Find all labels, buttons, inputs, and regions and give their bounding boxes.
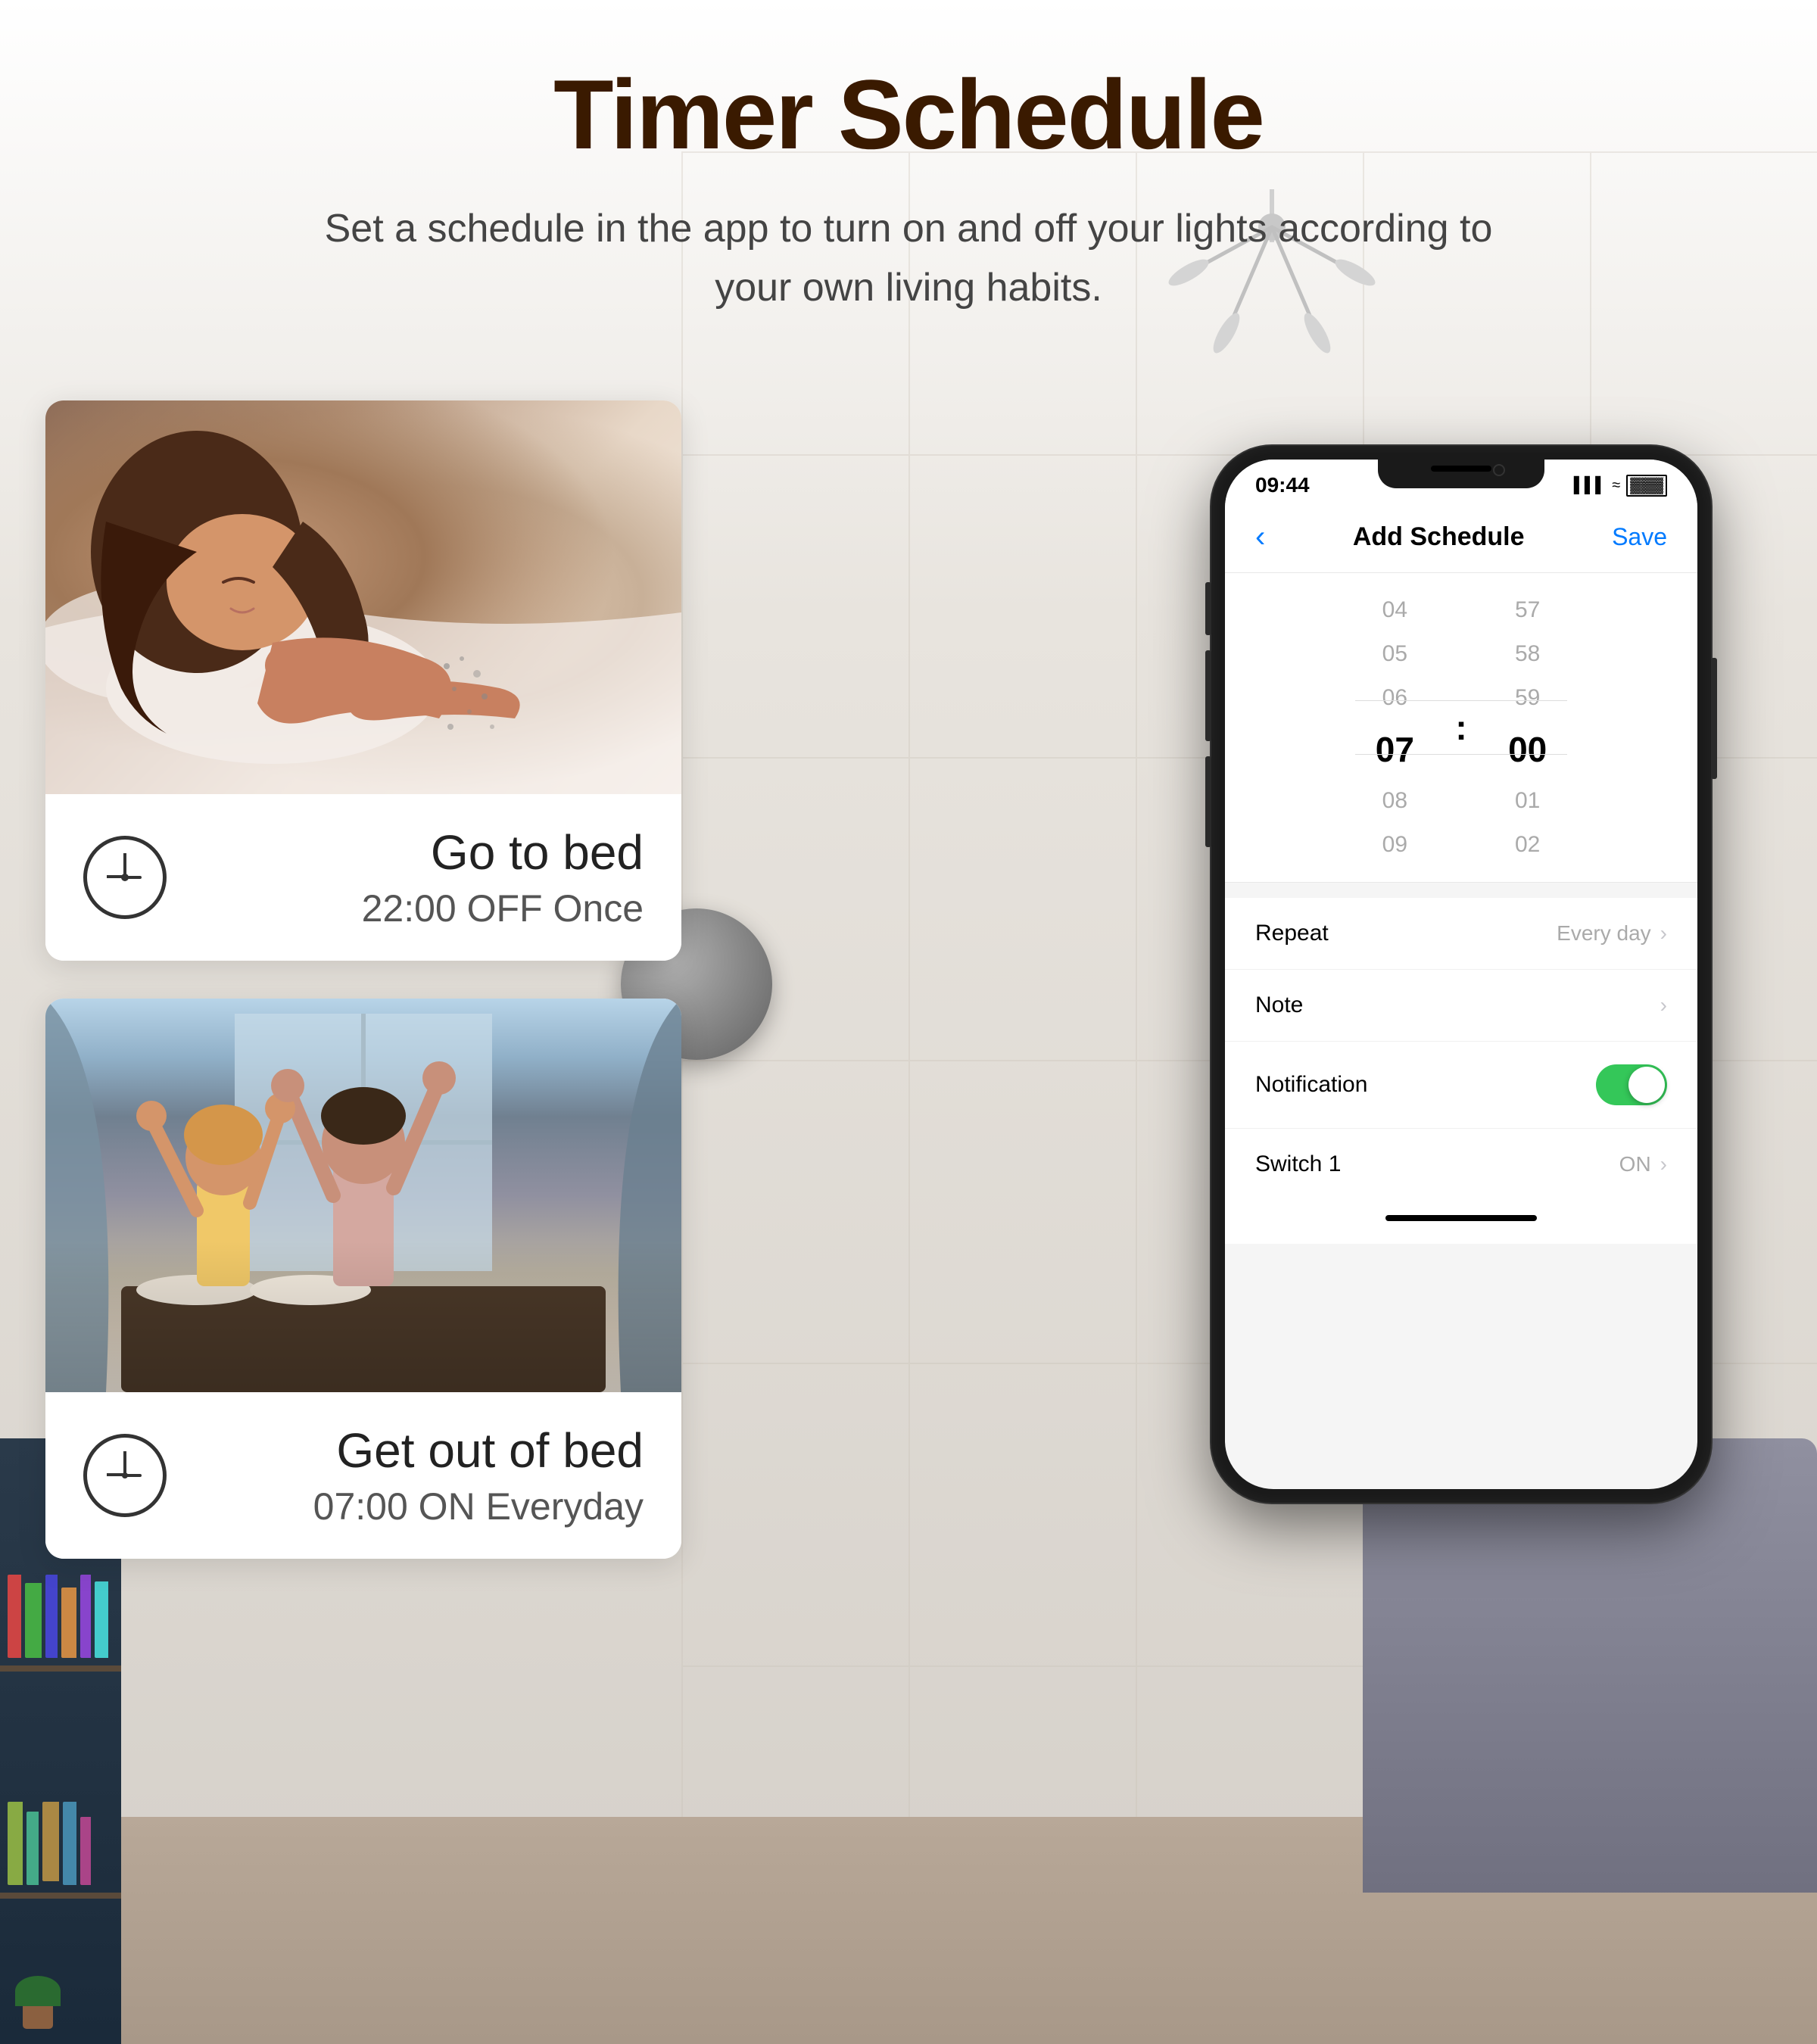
status-time: 09:44 xyxy=(1255,473,1310,497)
phone-volume-down-button[interactable] xyxy=(1205,756,1211,847)
scatter-decoration xyxy=(439,651,500,746)
note-label: Note xyxy=(1255,992,1303,1018)
save-button[interactable]: Save xyxy=(1612,523,1667,551)
page-title: Timer Schedule xyxy=(151,61,1666,169)
minute-column[interactable]: 57 58 59 00 01 02 xyxy=(1475,588,1581,867)
morning-clock-icon xyxy=(83,1434,167,1517)
nav-bar: ‹ Add Schedule Save xyxy=(1225,505,1697,573)
home-bar xyxy=(1385,1215,1537,1221)
toggle-knob xyxy=(1628,1067,1665,1103)
hour-06: 06 xyxy=(1342,676,1448,720)
notification-toggle[interactable] xyxy=(1596,1064,1667,1105)
sleep-photo xyxy=(45,400,681,794)
sleep-clock-icon xyxy=(83,836,167,919)
morning-card-text: Get out of bed 07:00 ON Everyday xyxy=(197,1422,644,1528)
time-picker[interactable]: 04 05 06 07 08 09 : 57 xyxy=(1225,573,1697,883)
repeat-chevron: › xyxy=(1660,921,1667,946)
home-indicator xyxy=(1225,1200,1697,1244)
hour-09: 09 xyxy=(1342,823,1448,867)
status-icons: ▌▌▌ ≈ ▓▓▓ xyxy=(1574,475,1667,497)
min-58: 58 xyxy=(1475,632,1581,676)
content-area: Go to bed 22:00 OFF Once xyxy=(0,370,1817,1884)
back-button[interactable]: ‹ xyxy=(1255,520,1265,554)
morning-card-detail: 07:00 ON Everyday xyxy=(197,1485,644,1528)
note-chevron: › xyxy=(1660,993,1667,1017)
min-59: 59 xyxy=(1475,676,1581,720)
phone-notch xyxy=(1378,460,1544,488)
page-subtitle: Set a schedule in the app to turn on and… xyxy=(303,199,1514,317)
note-row[interactable]: Note › xyxy=(1225,970,1697,1042)
woman-sleeping-image xyxy=(45,400,681,794)
min-00-selected: 00 xyxy=(1475,720,1581,779)
switch1-value: ON › xyxy=(1619,1152,1667,1176)
hour-column[interactable]: 04 05 06 07 08 09 xyxy=(1342,588,1448,867)
time-separator: : xyxy=(1448,707,1474,748)
sleep-card-title: Go to bed xyxy=(197,824,644,880)
phone-screen: 09:44 ▌▌▌ ≈ ▓▓▓ ‹ Add Schedule Save xyxy=(1225,460,1697,1489)
morning-card-info: Get out of bed 07:00 ON Everyday xyxy=(45,1392,681,1559)
repeat-row[interactable]: Repeat Every day › xyxy=(1225,898,1697,970)
hour-08: 08 xyxy=(1342,779,1448,823)
switch1-row[interactable]: Switch 1 ON › xyxy=(1225,1129,1697,1200)
sleep-card-info: Go to bed 22:00 OFF Once xyxy=(45,794,681,961)
morning-card-title: Get out of bed xyxy=(197,1422,644,1478)
right-side: 09:44 ▌▌▌ ≈ ▓▓▓ ‹ Add Schedule Save xyxy=(697,370,1772,1884)
hour-07-selected: 07 xyxy=(1342,720,1448,779)
sleep-card: Go to bed 22:00 OFF Once xyxy=(45,400,681,961)
schedule-cards: Go to bed 22:00 OFF Once xyxy=(45,400,697,1884)
header: Timer Schedule Set a schedule in the app… xyxy=(0,0,1817,355)
phone-volume-up-button[interactable] xyxy=(1205,650,1211,741)
phone-container: 09:44 ▌▌▌ ≈ ▓▓▓ ‹ Add Schedule Save xyxy=(1211,446,1711,1503)
min-57: 57 xyxy=(1475,588,1581,632)
switch1-label: Switch 1 xyxy=(1255,1151,1341,1177)
notification-label: Notification xyxy=(1255,1072,1367,1098)
repeat-label: Repeat xyxy=(1255,921,1329,946)
notification-value xyxy=(1596,1064,1667,1105)
morning-photo xyxy=(45,999,681,1392)
nav-title: Add Schedule xyxy=(1353,522,1525,552)
sleep-card-detail: 22:00 OFF Once xyxy=(197,886,644,930)
hour-05: 05 xyxy=(1342,632,1448,676)
phone-outer: 09:44 ▌▌▌ ≈ ▓▓▓ ‹ Add Schedule Save xyxy=(1211,446,1711,1503)
phone-mute-button[interactable] xyxy=(1205,582,1211,635)
note-value: › xyxy=(1660,993,1667,1017)
couple-stretching-image xyxy=(45,999,681,1392)
repeat-value-text: Every day xyxy=(1557,921,1651,946)
switch1-chevron: › xyxy=(1660,1152,1667,1176)
switch1-value-text: ON xyxy=(1619,1152,1651,1176)
sleep-card-text: Go to bed 22:00 OFF Once xyxy=(197,824,644,930)
min-02: 02 xyxy=(1475,823,1581,867)
settings-section: Repeat Every day › Note › xyxy=(1225,898,1697,1200)
signal-icon: ▌▌▌ xyxy=(1574,477,1607,494)
min-01: 01 xyxy=(1475,779,1581,823)
wifi-icon: ≈ xyxy=(1612,477,1620,494)
battery-icon: ▓▓▓ xyxy=(1626,475,1667,497)
morning-card: Get out of bed 07:00 ON Everyday xyxy=(45,999,681,1559)
time-picker-columns: 04 05 06 07 08 09 : 57 xyxy=(1225,588,1697,867)
notification-row[interactable]: Notification xyxy=(1225,1042,1697,1129)
hour-04: 04 xyxy=(1342,588,1448,632)
phone-power-button[interactable] xyxy=(1711,658,1717,779)
repeat-value: Every day › xyxy=(1557,921,1667,946)
